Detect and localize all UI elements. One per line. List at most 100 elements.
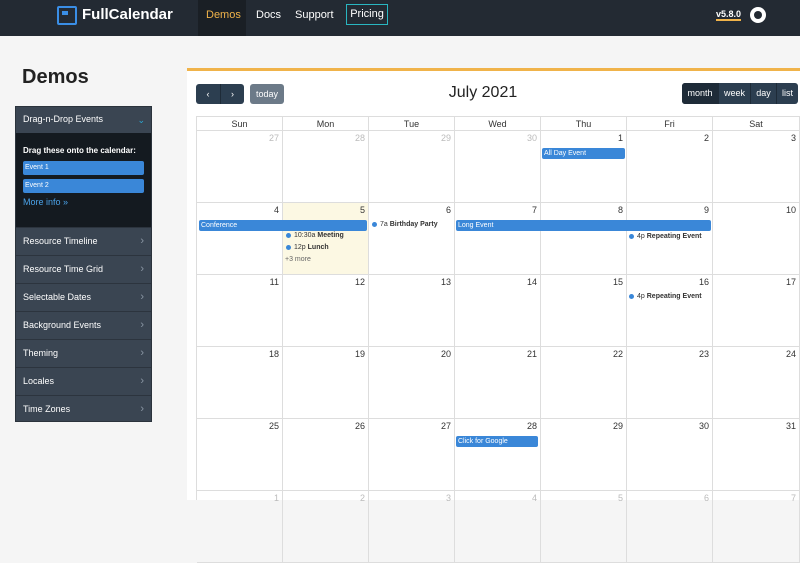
event-lunch[interactable]: 12p Lunch bbox=[286, 244, 329, 251]
day-number[interactable]: 9 bbox=[704, 205, 709, 215]
day-cell[interactable]: 8 bbox=[541, 203, 627, 275]
day-cell[interactable]: 13 bbox=[369, 275, 455, 347]
day-number[interactable]: 8 bbox=[618, 205, 623, 215]
day-cell[interactable]: 7 bbox=[455, 203, 541, 275]
day-cell[interactable]: 10 bbox=[713, 203, 800, 275]
day-number[interactable]: 17 bbox=[786, 277, 796, 287]
day-cell[interactable]: 26 bbox=[283, 419, 369, 491]
view-list-button[interactable]: list bbox=[776, 83, 798, 104]
day-cell[interactable]: 22 bbox=[541, 347, 627, 419]
day-number[interactable]: 29 bbox=[613, 421, 623, 431]
day-cell[interactable]: 24 bbox=[713, 347, 800, 419]
sidebar-item-background-events[interactable]: Background Events › bbox=[16, 311, 151, 339]
event-long[interactable]: Long Event bbox=[456, 220, 711, 231]
day-cell[interactable]: 7 bbox=[713, 491, 800, 563]
day-number[interactable]: 28 bbox=[527, 421, 537, 431]
day-number[interactable]: 2 bbox=[704, 133, 709, 143]
day-number[interactable]: 3 bbox=[446, 493, 451, 503]
day-number[interactable]: 1 bbox=[274, 493, 279, 503]
event-all-day[interactable]: All Day Event bbox=[542, 148, 625, 159]
day-number[interactable]: 3 bbox=[791, 133, 796, 143]
day-number[interactable]: 21 bbox=[527, 349, 537, 359]
day-number[interactable]: 4 bbox=[274, 205, 279, 215]
day-cell[interactable]: 14 bbox=[455, 275, 541, 347]
nav-demos[interactable]: Demos bbox=[198, 0, 246, 36]
day-cell[interactable]: 17 bbox=[713, 275, 800, 347]
day-cell[interactable]: 3 bbox=[713, 131, 800, 203]
day-number[interactable]: 7 bbox=[791, 493, 796, 503]
day-cell[interactable]: 29 bbox=[541, 419, 627, 491]
day-number[interactable]: 10 bbox=[786, 205, 796, 215]
day-number[interactable]: 29 bbox=[441, 133, 451, 143]
sidebar-item-time-zones[interactable]: Time Zones › bbox=[16, 395, 151, 423]
day-number[interactable]: 22 bbox=[613, 349, 623, 359]
nav-pricing-button[interactable]: Pricing bbox=[346, 4, 388, 25]
day-cell[interactable]: 29 bbox=[369, 131, 455, 203]
day-cell[interactable]: 30 bbox=[455, 131, 541, 203]
view-day-button[interactable]: day bbox=[750, 83, 776, 104]
prev-month-button[interactable]: ‹ bbox=[196, 84, 220, 104]
day-number[interactable]: 24 bbox=[786, 349, 796, 359]
day-cell[interactable]: 19 bbox=[283, 347, 369, 419]
more-events-link[interactable]: +3 more bbox=[285, 256, 311, 263]
day-cell[interactable]: 5 bbox=[541, 491, 627, 563]
day-cell[interactable]: 23 bbox=[627, 347, 713, 419]
more-info-link[interactable]: More info » bbox=[23, 197, 144, 207]
day-cell[interactable]: 2 bbox=[627, 131, 713, 203]
day-number[interactable]: 25 bbox=[269, 421, 279, 431]
day-cell[interactable]: 6 bbox=[369, 203, 455, 275]
sidebar-item-locales[interactable]: Locales › bbox=[16, 367, 151, 395]
nav-support[interactable]: Support bbox=[287, 0, 342, 36]
day-number[interactable]: 30 bbox=[527, 133, 537, 143]
day-cell[interactable]: 30 bbox=[627, 419, 713, 491]
event-birthday-party[interactable]: 7a Birthday Party bbox=[372, 221, 438, 228]
day-cell[interactable]: 25 bbox=[197, 419, 283, 491]
day-number[interactable]: 23 bbox=[699, 349, 709, 359]
day-cell[interactable]: 18 bbox=[197, 347, 283, 419]
sidebar-item-theming[interactable]: Theming › bbox=[16, 339, 151, 367]
day-cell[interactable]: 31 bbox=[713, 419, 800, 491]
day-cell[interactable]: 16 bbox=[627, 275, 713, 347]
day-number[interactable]: 6 bbox=[446, 205, 451, 215]
event-conference[interactable]: Conference bbox=[199, 220, 367, 231]
view-month-button[interactable]: month bbox=[682, 83, 718, 104]
day-cell[interactable]: 28 bbox=[283, 131, 369, 203]
github-icon[interactable] bbox=[750, 7, 766, 23]
today-button[interactable]: today bbox=[250, 84, 284, 104]
next-month-button[interactable]: › bbox=[220, 84, 244, 104]
day-number[interactable]: 7 bbox=[532, 205, 537, 215]
day-cell[interactable]: 21 bbox=[455, 347, 541, 419]
day-cell[interactable]: 1 bbox=[197, 491, 283, 563]
external-event-1[interactable]: Event 1 bbox=[23, 161, 144, 175]
nav-docs[interactable]: Docs bbox=[248, 0, 289, 36]
day-number[interactable]: 14 bbox=[527, 277, 537, 287]
day-cell[interactable]: 3 bbox=[369, 491, 455, 563]
day-cell[interactable]: 2 bbox=[283, 491, 369, 563]
day-cell[interactable]: 1 bbox=[541, 131, 627, 203]
external-event-2[interactable]: Event 2 bbox=[23, 179, 144, 193]
day-cell[interactable]: 11 bbox=[197, 275, 283, 347]
day-cell[interactable]: 15 bbox=[541, 275, 627, 347]
day-cell[interactable]: 4 bbox=[455, 491, 541, 563]
day-number[interactable]: 28 bbox=[355, 133, 365, 143]
day-number[interactable]: 12 bbox=[355, 277, 365, 287]
day-number[interactable]: 27 bbox=[269, 133, 279, 143]
day-number[interactable]: 27 bbox=[441, 421, 451, 431]
day-number[interactable]: 5 bbox=[360, 205, 365, 215]
sidebar-item-drag-n-drop[interactable]: Drag-n-Drop Events ⌄ bbox=[16, 107, 151, 133]
day-number[interactable]: 30 bbox=[699, 421, 709, 431]
day-number[interactable]: 6 bbox=[704, 493, 709, 503]
event-google[interactable]: Click for Google bbox=[456, 436, 538, 447]
day-number[interactable]: 15 bbox=[613, 277, 623, 287]
day-number[interactable]: 26 bbox=[355, 421, 365, 431]
day-cell[interactable]: 28 bbox=[455, 419, 541, 491]
day-number[interactable]: 19 bbox=[355, 349, 365, 359]
event-meeting[interactable]: 10:30a Meeting bbox=[286, 232, 344, 239]
day-number[interactable]: 13 bbox=[441, 277, 451, 287]
day-cell[interactable]: 27 bbox=[369, 419, 455, 491]
calendar-logo-icon[interactable] bbox=[57, 6, 77, 25]
day-cell[interactable]: 4 bbox=[197, 203, 283, 275]
sidebar-item-resource-timeline[interactable]: Resource Timeline › bbox=[16, 227, 151, 255]
day-cell[interactable]: 27 bbox=[197, 131, 283, 203]
day-number[interactable]: 31 bbox=[786, 421, 796, 431]
